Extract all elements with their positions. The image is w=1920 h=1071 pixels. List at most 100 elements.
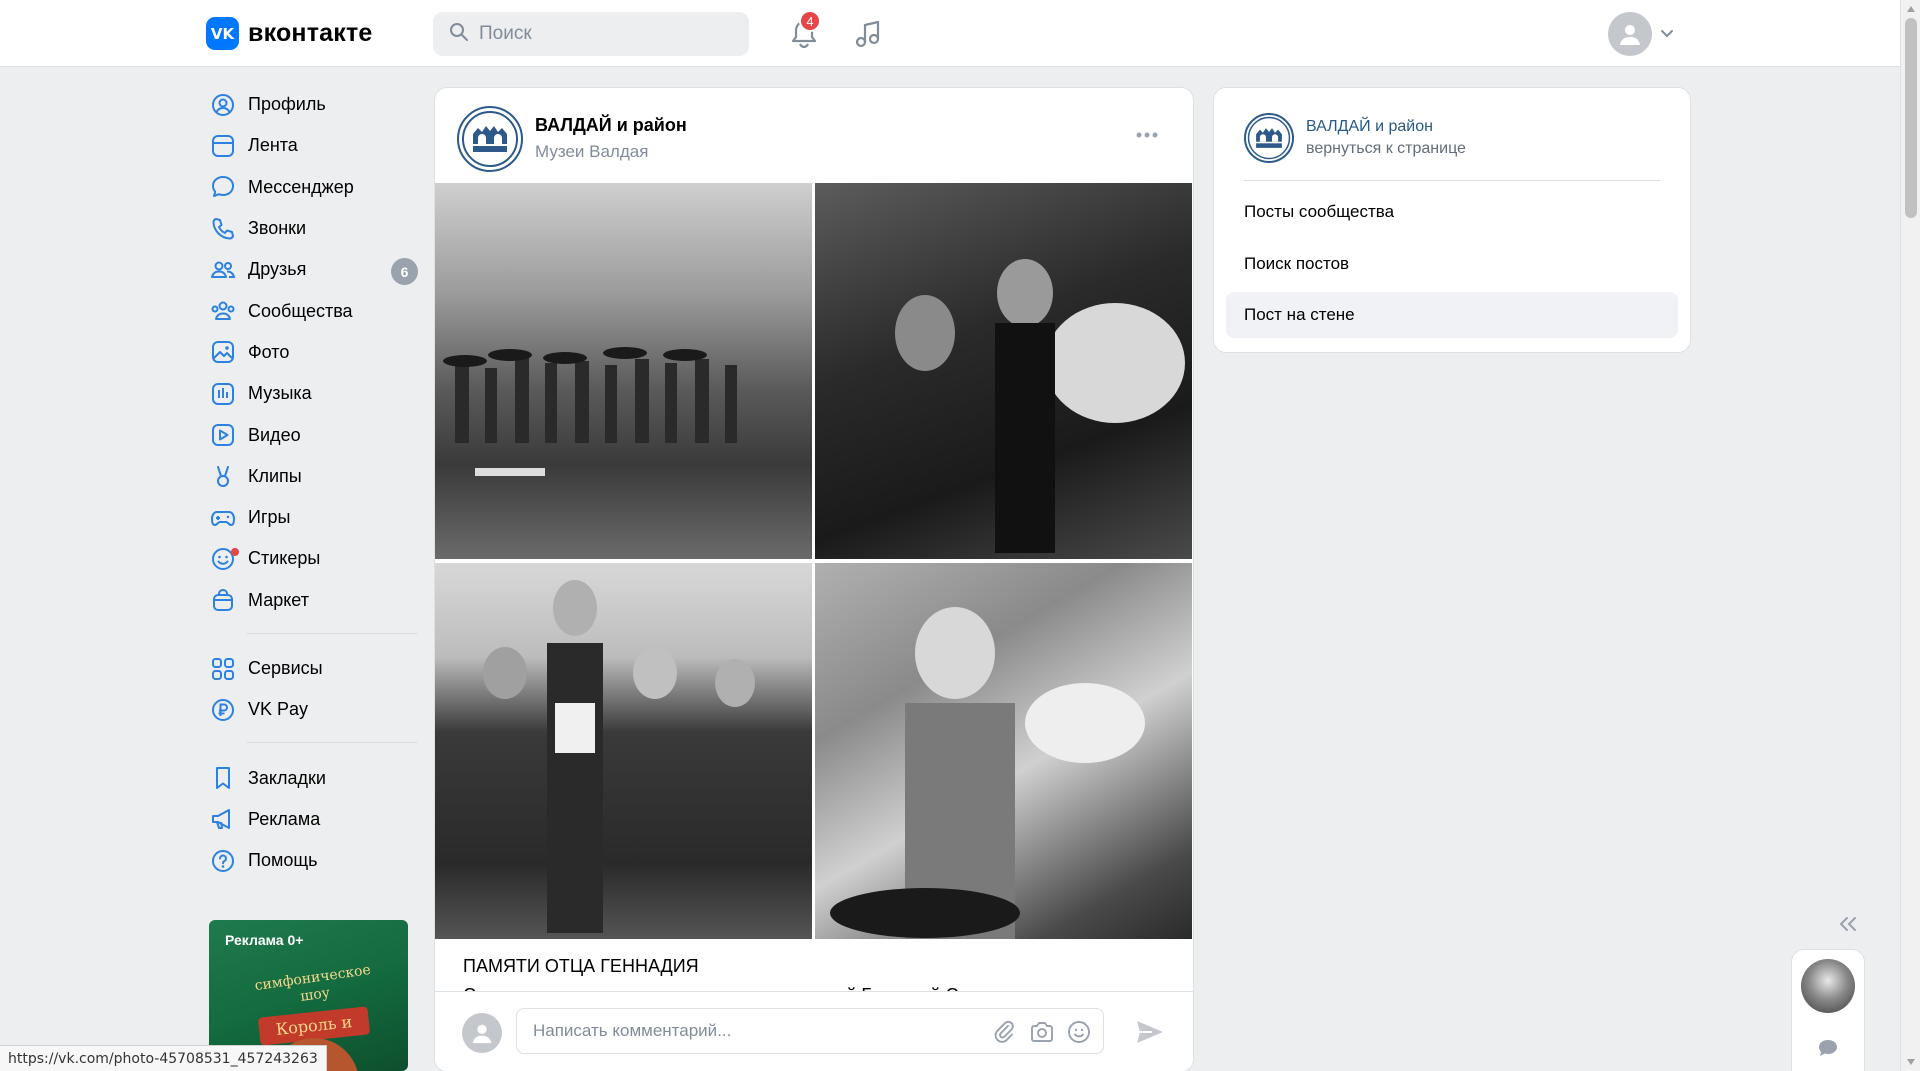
clips-icon [217, 466, 229, 488]
sidebar-item-bookmarks[interactable]: Закладки [206, 757, 418, 798]
vk-logo-text: вконтакте [248, 19, 373, 47]
vk-logo-mark: VK [206, 17, 239, 50]
community-posts-link[interactable]: Посты сообщества [1226, 189, 1678, 235]
chat-widget [1792, 950, 1864, 1071]
profile-avatar[interactable] [1608, 12, 1652, 56]
music-button[interactable] [850, 16, 886, 52]
post-author[interactable]: ВАЛДАЙ и район [535, 115, 687, 136]
comment-avatar [462, 1013, 502, 1053]
sidebar-item-label: Звонки [248, 218, 307, 239]
sidebar-item-games[interactable]: Игры [206, 497, 418, 538]
sidebar-item-vkpay[interactable]: VK Pay [206, 689, 418, 730]
sidebar-item-label: Сервисы [248, 658, 323, 678]
sidebar-item-label: Музыка [248, 383, 312, 404]
sidebar-item-label: Мессенджер [248, 176, 354, 197]
search-box[interactable] [433, 12, 749, 56]
chevron-down-icon[interactable] [1660, 26, 1674, 44]
video-icon [212, 424, 234, 447]
post-photo[interactable] [435, 563, 812, 939]
ad-title: симфоническое шоу [253, 962, 372, 1005]
friends-badge: 6 [391, 258, 418, 286]
post-photo[interactable] [815, 563, 1192, 939]
sidebar-item-calls[interactable]: Звонки [206, 208, 418, 249]
sidebar-item-label: Закладки [248, 767, 326, 788]
post-title: ПАМЯТИ ОТЦА ГЕННАДИЯ [463, 956, 699, 976]
feed-icon [212, 134, 234, 157]
back-to-page-link[interactable]: вернуться к странице [1306, 140, 1466, 158]
sidebar-item-profile[interactable]: Профиль [206, 84, 418, 125]
comment-input[interactable] [533, 1021, 963, 1041]
gamepad-icon [211, 510, 235, 526]
community-name-link[interactable]: ВАЛДАЙ и район [1306, 118, 1433, 136]
sidebar-item-help[interactable]: Помощь [206, 840, 418, 881]
chat-avatar[interactable] [1801, 959, 1855, 1013]
notifications-badge: 4 [799, 10, 821, 32]
sidebar-item-ads[interactable]: Реклама [206, 799, 418, 840]
attach-icon[interactable] [993, 1020, 1017, 1049]
comment-bar [435, 991, 1193, 1071]
users-icon [211, 261, 236, 278]
sidebar-item-label: Клипы [248, 465, 302, 486]
megaphone-icon [212, 809, 230, 830]
more-options-icon[interactable] [1135, 126, 1159, 144]
post-photo[interactable] [435, 183, 812, 559]
search-icon [449, 22, 469, 47]
sidebar-item-label: Лента [248, 135, 298, 156]
scroll-down-arrow[interactable] [1907, 1059, 1915, 1065]
sidebar-item-friends[interactable]: Друзья 6 [206, 249, 418, 290]
camera-icon[interactable] [1029, 1020, 1055, 1049]
photo-icon [212, 341, 234, 364]
post-photo[interactable] [815, 183, 1192, 559]
sidebar-item-stickers[interactable]: Стикеры [206, 538, 418, 579]
sidebar-divider [246, 742, 418, 744]
page-scrollbar[interactable] [1900, 0, 1920, 1071]
sidebar-item-label: Игры [248, 507, 291, 528]
collapse-chats-icon[interactable] [1838, 916, 1858, 937]
music-icon [855, 20, 880, 48]
sidebar-item-messenger[interactable]: Мессенджер [206, 167, 418, 208]
sidebar-item-label: Маркет [248, 589, 309, 610]
sidebar-item-market[interactable]: Маркет [206, 580, 418, 621]
sidebar-item-music[interactable]: Музыка [206, 373, 418, 414]
music-icon [212, 382, 234, 405]
scroll-thumb[interactable] [1905, 18, 1917, 218]
wall-post-link[interactable]: Пост на стене [1226, 292, 1678, 338]
community-nav-panel: ВАЛДАЙ и район вернуться к странице Пост… [1214, 88, 1690, 352]
sidebar-item-communities[interactable]: Сообщества [206, 290, 418, 331]
new-stickers-dot [231, 548, 239, 557]
user-circle-icon [212, 93, 234, 116]
scroll-up-arrow[interactable] [1907, 6, 1915, 12]
vk-logo[interactable]: VK вконтакте [206, 17, 373, 50]
sidebar-item-label: Фото [248, 341, 290, 362]
sidebar-divider [246, 632, 418, 634]
sidebar-item-clips[interactable]: Клипы [206, 456, 418, 497]
sidebar-item-label: Стикеры [248, 548, 321, 569]
post-subtitle[interactable]: Музеи Валдая [535, 142, 648, 162]
emoji-icon[interactable] [1067, 1020, 1091, 1049]
sidebar-item-label: VK Pay [248, 699, 309, 720]
chat-bubble-icon[interactable] [1817, 1038, 1839, 1063]
sidebar-item-label: Сообщества [248, 300, 353, 321]
grid-icon [212, 657, 234, 680]
sidebar-item-feed[interactable]: Лента [206, 125, 418, 166]
community-avatar-small[interactable] [1244, 113, 1294, 163]
comment-field[interactable] [516, 1008, 1104, 1054]
community-avatar[interactable] [457, 106, 523, 172]
sidebar-item-photo[interactable]: Фото [206, 332, 418, 373]
sidebar-item-label: Профиль [248, 94, 326, 115]
panel-divider [1244, 180, 1660, 181]
left-sidebar: Профиль Лента Мессенджер Звонки Друзья 6… [206, 84, 418, 881]
post-photo-grid [435, 183, 1193, 939]
phone-icon [212, 217, 234, 240]
message-icon [212, 176, 234, 198]
search-posts-link[interactable]: Поиск постов [1226, 241, 1678, 287]
bag-icon [213, 589, 233, 612]
help-icon [212, 849, 234, 872]
sidebar-item-label: Помощь [248, 850, 318, 871]
search-input[interactable] [479, 23, 729, 45]
ruble-icon [212, 698, 234, 721]
sidebar-item-video[interactable]: Видео [206, 414, 418, 455]
sidebar-item-services[interactable]: Сервисы [206, 648, 418, 689]
ad-label: Реклама 0+ [225, 932, 304, 948]
send-icon[interactable] [1135, 1018, 1165, 1051]
